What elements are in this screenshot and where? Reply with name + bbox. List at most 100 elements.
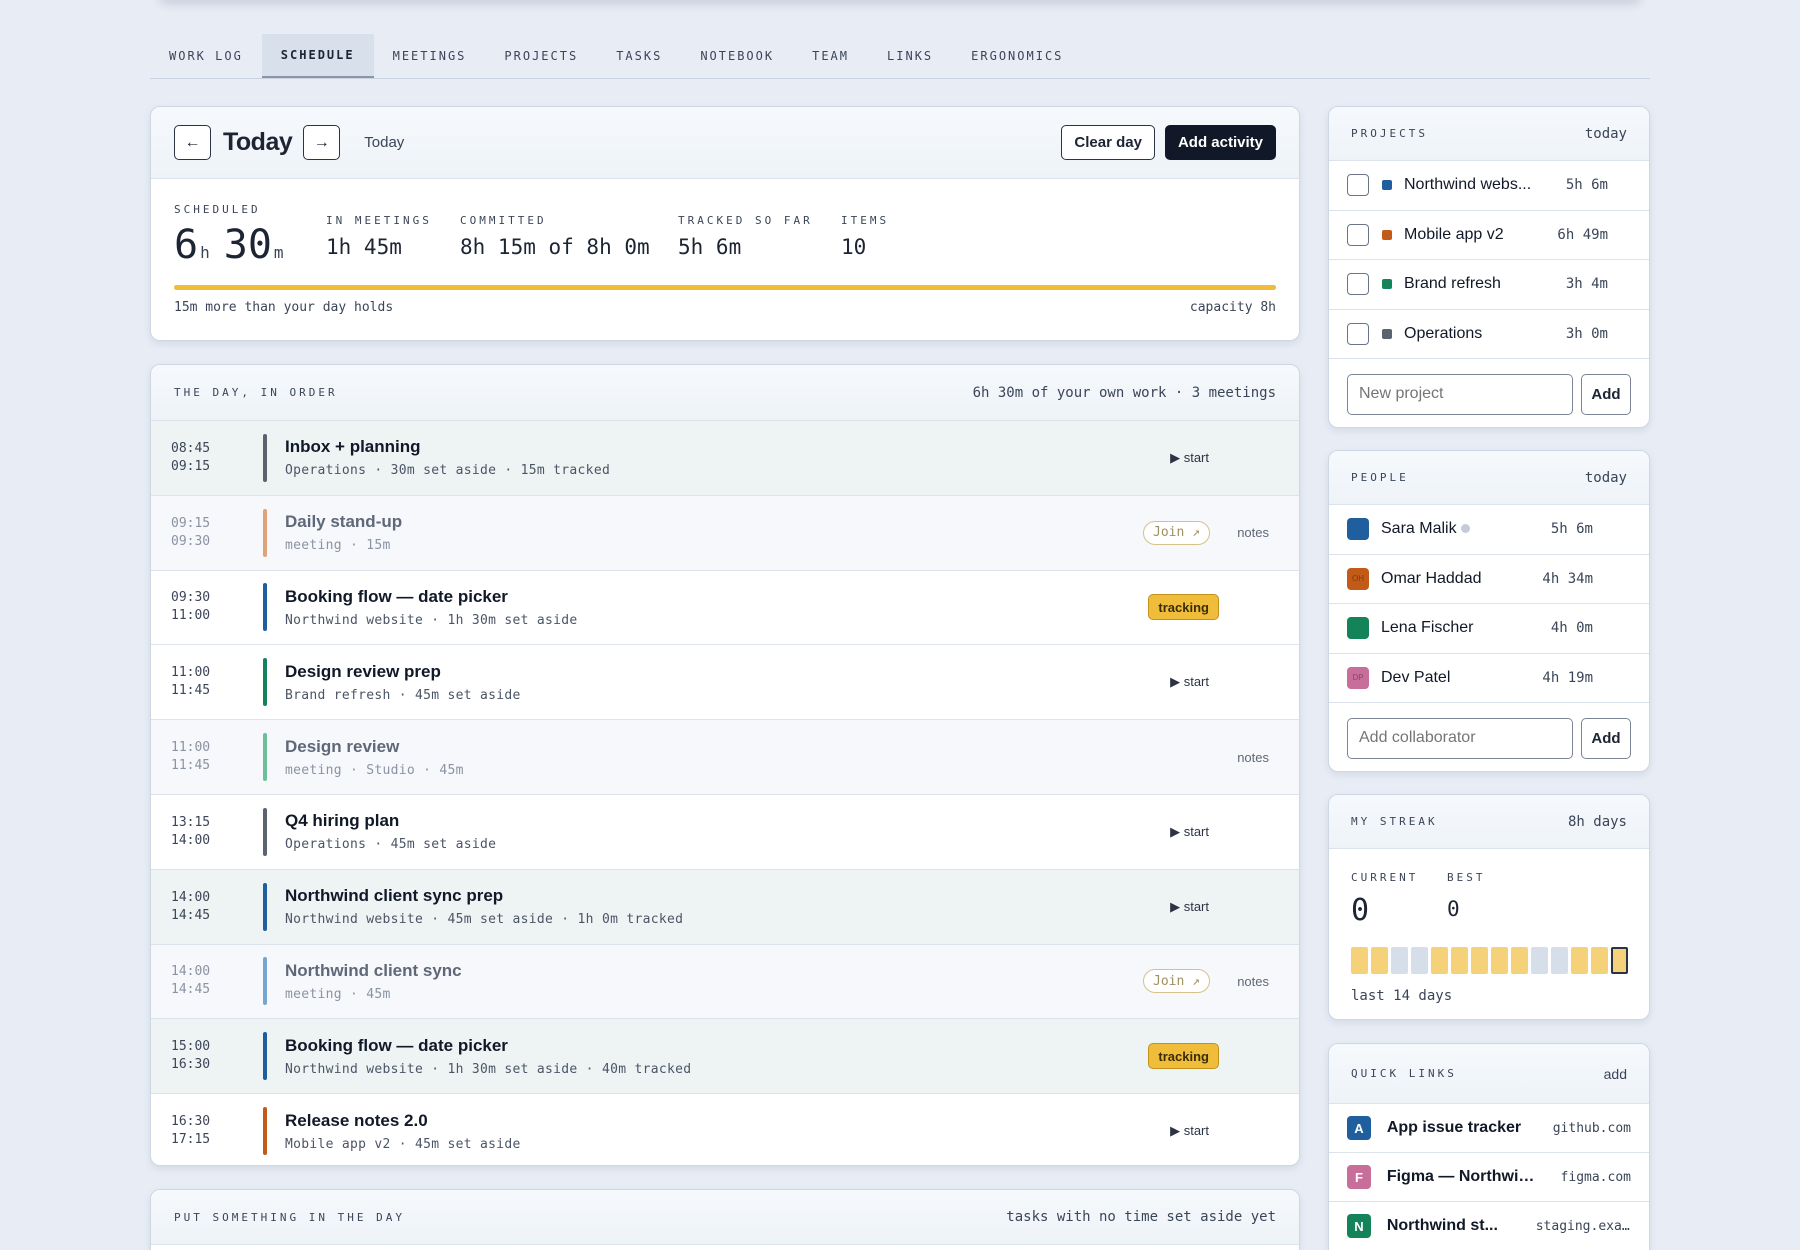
tracking-badge[interactable]: tracking [1148,594,1219,621]
streak-meta: 8h days [1567,813,1627,830]
link-badge-icon: A [1347,1116,1371,1140]
project-color-bar [263,1107,267,1156]
schedule-row[interactable]: 09:30 11:00 Booking flow — date picker N… [151,571,1299,646]
capacity-note: capacity 8h [1189,300,1276,315]
person-item[interactable]: Sara Malik 5h 6m [1329,505,1649,555]
quick-links-header: QUICK LINKS add [1329,1044,1649,1104]
items-value: 10 [841,235,867,259]
end-time: 16:30 [171,1057,211,1073]
start-button[interactable]: ▶ start [1170,674,1209,690]
person-name: Omar Haddad [1381,570,1537,588]
project-checkbox[interactable] [1347,223,1369,246]
tab-links[interactable]: LINKS [868,34,952,78]
add-project-button[interactable]: Add [1581,373,1631,415]
meeting-row[interactable]: 09:15 09:30 Daily stand-up meeting · 15m… [151,495,1299,571]
avatar [1347,617,1369,640]
project-checkbox[interactable] [1347,273,1369,296]
quick-link-item[interactable]: F Figma — Northwind figma.com [1329,1153,1649,1202]
join-meeting-button[interactable]: Join ↗ [1143,520,1210,545]
project-hours: 5h 6m [1565,177,1608,194]
person-name-text: Dev Patel [1381,668,1451,686]
tab-meetings[interactable]: MEETINGS [374,34,486,78]
over-capacity-note: 15m more than your day holds [174,300,394,315]
tracked-stat: TRACKED SO FAR 5h 6m [678,214,813,259]
capacity-progress-bar [174,285,1276,290]
tracking-badge[interactable]: tracking [1148,1043,1219,1070]
current-streak-label: CURRENT [1351,871,1419,884]
end-time: 11:00 [171,608,211,624]
link-badge-icon: F [1347,1165,1371,1189]
time-range: 11:00 11:45 [151,664,263,700]
tab-notebook[interactable]: NOTEBOOK [681,34,793,78]
project-color-bar [263,583,267,632]
link-host: github.com [1552,1120,1631,1136]
time-range: 09:15 09:30 [151,515,263,551]
start-time: 08:45 [171,440,211,456]
notes-link[interactable]: notes [1237,974,1269,989]
person-item[interactable]: OH Omar Haddad 4h 34m [1329,555,1649,604]
person-name: Dev Patel [1381,669,1537,687]
person-hours: 5h 6m [1550,521,1593,538]
project-checkbox[interactable] [1347,174,1369,197]
tab-schedule[interactable]: SCHEDULE [261,34,374,78]
start-time: 14:00 [171,889,211,905]
streak-day-cell [1411,947,1428,974]
notes-link[interactable]: notes [1237,750,1269,765]
person-item[interactable]: DP Dev Patel 4h 19m [1329,654,1649,703]
tab-ergonomics[interactable]: ERGONOMICS [952,34,1082,78]
add-link-button[interactable]: add [1604,1066,1627,1082]
quick-link-item[interactable]: A App issue tracker github.com [1329,1104,1649,1153]
start-button[interactable]: ▶ start [1170,899,1209,915]
schedule-row[interactable]: 15:00 16:30 Booking flow — date picker N… [151,1019,1299,1095]
row-info: Booking flow — date picker Northwind web… [285,587,1299,628]
meeting-row[interactable]: 14:00 14:45 Northwind client sync meetin… [151,944,1299,1020]
person-item[interactable]: Lena Fischer 4h 0m [1329,604,1649,654]
day-stats: SCHEDULED 6 h 30 m IN MEETINGS 1h 45m COMMI… [174,203,1276,293]
end-time: 14:45 [171,907,211,923]
schedule-row[interactable]: 11:00 11:45 Design review prep Brand ref… [151,645,1299,721]
schedule-row[interactable]: 08:45 09:15 Inbox + planning Operations … [151,421,1299,496]
add-activity-button[interactable]: Add activity [1164,125,1276,160]
tab-tasks[interactable]: TASKS [597,34,681,78]
avatar-initials: OH [1352,574,1364,584]
schedule-row[interactable]: 16:30 17:15 Release notes 2.0 Mobile app… [151,1094,1299,1165]
projects-heading: PROJECTS [1351,127,1428,140]
previous-day-button[interactable]: ← [174,125,211,160]
people-card: PEOPLE today Sara Malik 5h 6m OH Omar Ha… [1328,450,1650,772]
join-meeting-button[interactable]: Join ↗ [1143,969,1210,994]
add-collaborator-button[interactable]: Add [1581,717,1631,759]
projects-header: PROJECTS today [1329,107,1649,161]
committed-stat: COMMITTED 8h 15m of 8h 0m [460,214,650,259]
tab-team[interactable]: TEAM [793,34,868,78]
start-time: 11:00 [171,665,211,681]
link-name[interactable]: Figma — Northwind [1387,1168,1536,1186]
clear-day-button[interactable]: Clear day [1061,125,1155,160]
start-button[interactable]: ▶ start [1170,1123,1209,1139]
add-collaborator-input[interactable] [1347,717,1573,759]
unscheduled-card: PUT SOMETHING IN THE DAY tasks with no t… [150,1189,1300,1250]
streak-day-cell [1551,947,1568,974]
scheduled-value: 6 h 30 m [174,222,284,268]
quick-link-item[interactable]: N Northwind st... staging.exa... [1329,1202,1649,1250]
end-time: 11:45 [171,683,211,699]
notes-link[interactable]: notes [1237,525,1269,540]
schedule-row[interactable]: 14:00 14:45 Northwind client sync prep N… [151,869,1299,945]
project-name[interactable]: Operations [1404,325,1552,343]
time-range: 16:30 17:15 [151,1113,263,1149]
project-name[interactable]: Mobile app v2 [1404,226,1552,244]
schedule-row[interactable]: 13:15 14:00 Q4 hiring plan Operations · … [151,795,1299,870]
tab-projects[interactable]: PROJECTS [485,34,597,78]
start-button[interactable]: ▶ start [1170,824,1209,840]
project-checkbox[interactable] [1347,322,1369,345]
meeting-row[interactable]: 11:00 11:45 Design review meeting · Stud… [151,720,1299,795]
project-color-swatch [1382,180,1392,191]
project-name[interactable]: Brand refresh [1404,275,1552,293]
link-name[interactable]: Northwind st... [1387,1217,1536,1235]
start-button[interactable]: ▶ start [1170,450,1209,466]
next-day-button[interactable]: → [303,125,341,160]
row-subtitle: Northwind website · 1h 30m set aside [285,612,578,628]
new-project-input[interactable] [1347,373,1573,415]
project-name[interactable]: Northwind webs... [1404,176,1552,194]
link-name[interactable]: App issue tracker [1387,1119,1536,1137]
tab-work-log[interactable]: WORK LOG [150,34,262,78]
